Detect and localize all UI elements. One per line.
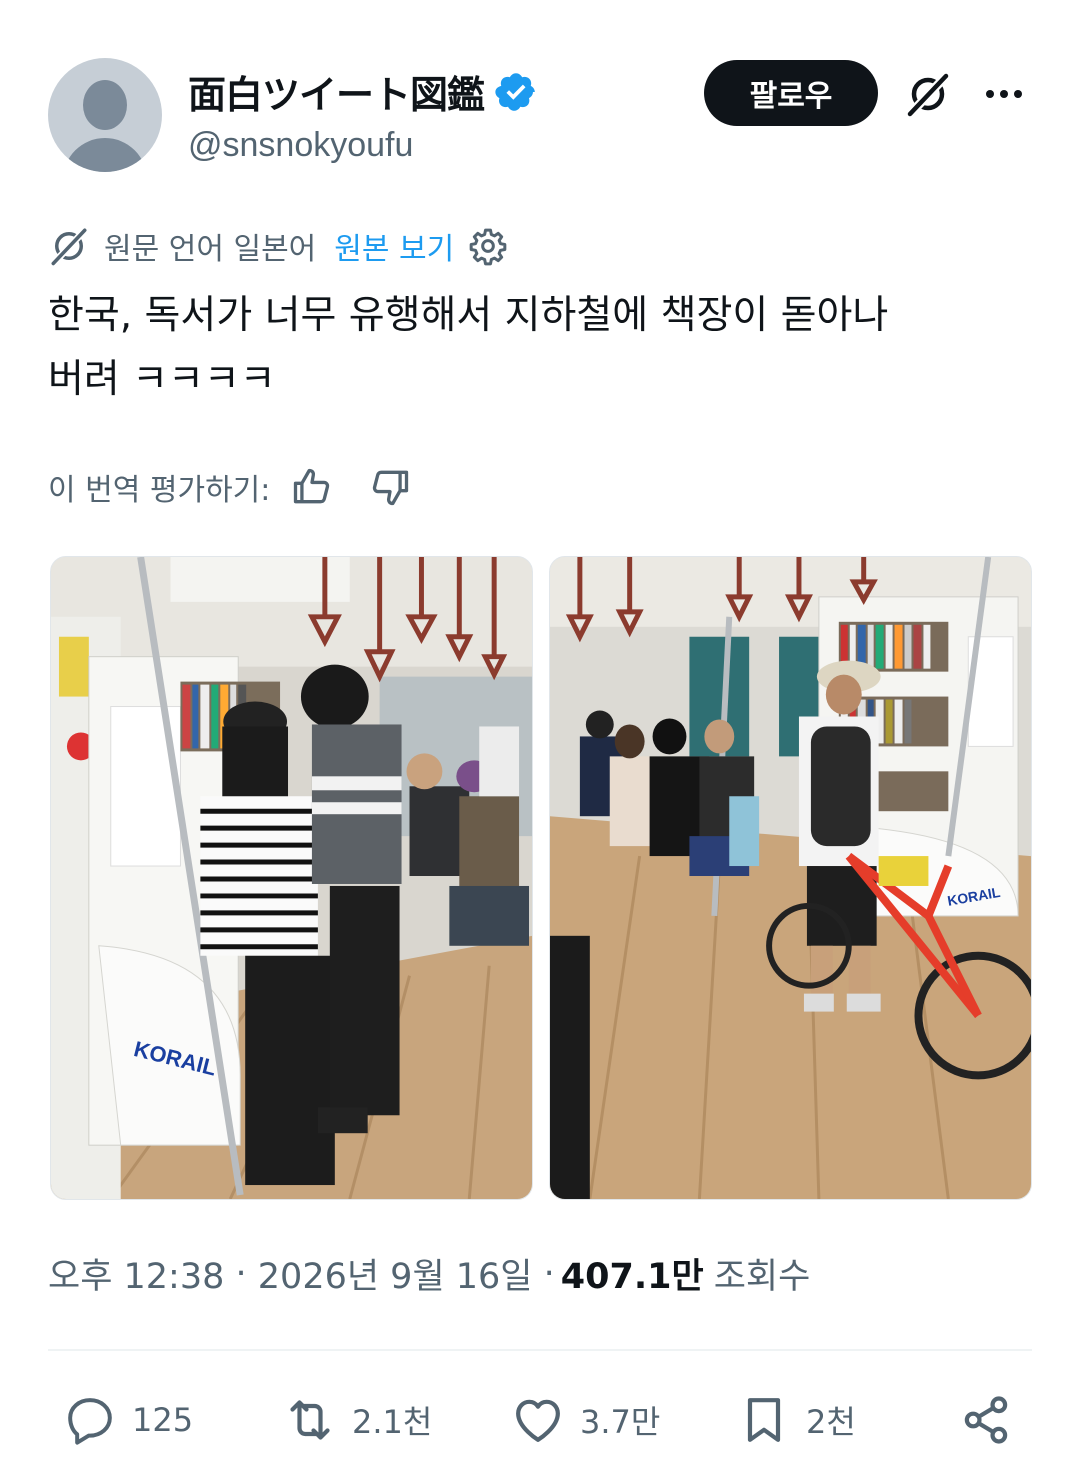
repost-count: 2.1천	[352, 1403, 433, 1441]
tweet-date[interactable]: 2026년 9월 16일	[258, 1248, 533, 1299]
more-options-button[interactable]	[974, 66, 1034, 122]
tweet-header: 面白ツイート図鑑 @snsnokyoufu 팔로우	[48, 58, 1032, 174]
share-button[interactable]	[958, 1384, 1014, 1456]
photo-1-image: KORAIL	[51, 557, 532, 1199]
share-icon	[964, 1396, 1008, 1444]
grok-icon-glyph	[907, 72, 950, 117]
tweet-text: 한국, 독서가 너무 유행해서 지하철에 책장이 돋아나 버려 ㅋㅋㅋㅋ	[48, 293, 889, 402]
photo-subway-bookshelf-2[interactable]: KORAIL	[549, 556, 1032, 1200]
rate-translation-label: 이 번역 평가하기:	[48, 473, 271, 508]
heart-icon	[516, 1399, 560, 1442]
follow-button[interactable]: 팔로우	[704, 60, 878, 126]
bookmark-button[interactable]: 2천	[736, 1384, 856, 1456]
translation-notice: 원문 언어 일본어 원본 보기	[48, 222, 508, 270]
divider	[48, 1349, 1032, 1351]
reply-icon	[68, 1398, 112, 1445]
avatar-body	[63, 138, 147, 172]
grok-translate-icon	[51, 227, 88, 266]
separator-dot: ·	[532, 1253, 555, 1294]
name-row: 面白ツイート図鑑	[188, 64, 538, 119]
reply-button[interactable]: 125	[62, 1384, 193, 1456]
repost-button[interactable]: 2.1천	[282, 1384, 432, 1456]
like-button[interactable]: 3.7만	[510, 1384, 660, 1456]
action-bar: 125 2.1천 3.7만 2천	[48, 1384, 1032, 1456]
rate-translation: 이 번역 평가하기:	[48, 462, 412, 512]
repost-icon	[290, 1400, 330, 1440]
grok-icon[interactable]	[900, 66, 956, 122]
view-count: 407.1만	[560, 1257, 704, 1297]
dot-icon	[1014, 90, 1022, 98]
dot-icon	[986, 90, 994, 98]
dot-icon	[1000, 90, 1008, 98]
bookmark-icon	[747, 1398, 781, 1442]
view-count-label: 조회수	[713, 1257, 811, 1297]
avatar-head	[83, 80, 127, 130]
show-original-link[interactable]: 원본 보기	[334, 224, 454, 268]
source-language-label: 원문 언어 일본어	[104, 232, 317, 267]
avatar[interactable]	[48, 58, 162, 172]
thumbs-up-icon[interactable]	[290, 465, 334, 509]
verified-badge-icon	[495, 72, 535, 111]
tweet-meta: 오후 12:38 · 2026년 9월 16일 · 407.1만 조회수	[48, 1248, 810, 1299]
separator-dot: ·	[224, 1253, 258, 1294]
tweet-time[interactable]: 오후 12:38	[48, 1248, 224, 1299]
photo-subway-bookshelf-1[interactable]: KORAIL	[50, 556, 533, 1200]
bookmark-count: 2천	[806, 1403, 856, 1441]
display-name[interactable]: 面白ツイート図鑑	[188, 64, 485, 119]
media-grid: KORAIL KORAIL	[50, 556, 1032, 1200]
settings-gear-icon[interactable]	[468, 226, 508, 266]
handle[interactable]: @snsnokyoufu	[188, 126, 413, 165]
like-count: 3.7만	[580, 1403, 661, 1441]
photo-2-image: KORAIL	[550, 557, 1031, 1199]
reply-count: 125	[132, 1401, 194, 1439]
thumbs-down-icon[interactable]	[368, 465, 412, 509]
